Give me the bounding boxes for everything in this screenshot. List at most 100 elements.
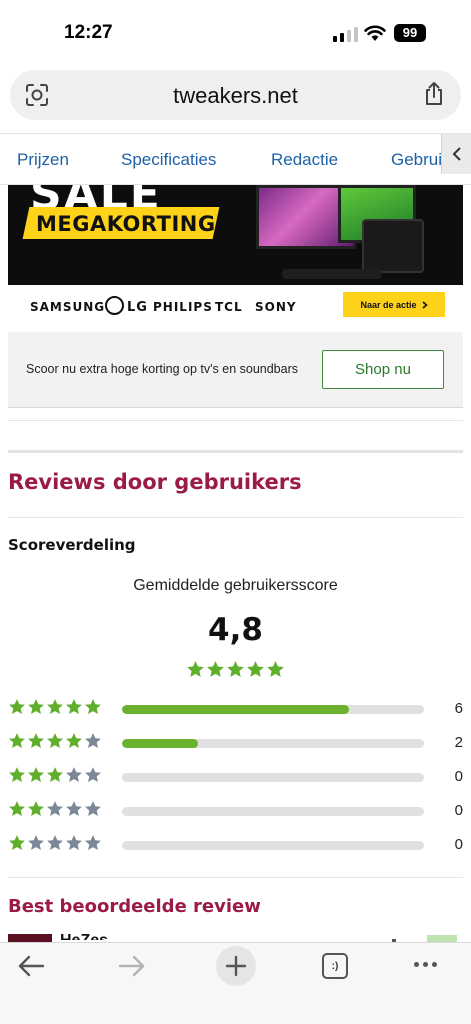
tab-prijzen[interactable]: Prijzen	[17, 150, 69, 170]
divider	[8, 450, 463, 453]
brand-lg: LG	[127, 300, 148, 315]
star-empty-icon	[85, 835, 101, 851]
cellular-signal-icon	[333, 26, 358, 42]
average-star-rating	[186, 660, 285, 679]
star-filled-icon	[207, 661, 224, 677]
average-score-label: Gemiddelde gebruikersscore	[133, 577, 338, 594]
score-distribution-title: Scoreverdeling	[8, 536, 136, 554]
review-author[interactable]: HeZes	[60, 930, 114, 940]
score-bar	[122, 705, 424, 714]
tabs-icon: :)	[331, 960, 339, 972]
star-filled-icon	[247, 661, 264, 677]
divider	[8, 877, 463, 878]
score-count: 0	[454, 768, 463, 785]
status-bar: 12:27 99	[0, 0, 471, 64]
new-tab-button[interactable]	[216, 946, 256, 986]
star-empty-icon	[28, 835, 44, 851]
brand-samsung: SAMSUNG	[30, 300, 106, 314]
star-filled-icon	[47, 767, 63, 783]
score-count: 2	[454, 734, 463, 751]
score-count: 0	[454, 802, 463, 819]
score-row-1[interactable]: 0	[8, 834, 463, 856]
star-empty-icon	[85, 801, 101, 817]
star-filled-icon	[9, 801, 25, 817]
tab-scroll-left-button[interactable]	[441, 134, 471, 174]
score-row-4[interactable]: 2	[8, 732, 463, 754]
speaker-image	[362, 219, 424, 273]
back-button[interactable]	[16, 953, 46, 984]
star-filled-icon	[9, 835, 25, 851]
score-bar-fill	[122, 739, 198, 748]
chevron-left-icon	[452, 147, 461, 161]
forward-button[interactable]	[117, 953, 147, 984]
row-star-rating	[8, 698, 102, 716]
star-filled-icon	[28, 733, 44, 749]
star-filled-icon	[66, 733, 82, 749]
reviews-title: Reviews door gebruikers	[8, 470, 302, 494]
star-empty-icon	[66, 835, 82, 851]
tabs-button[interactable]: :)	[322, 953, 348, 979]
score-bar-fill	[122, 705, 349, 714]
star-empty-icon	[66, 767, 82, 783]
tab-gebruikers[interactable]: Gebrui	[391, 150, 442, 170]
star-empty-icon	[66, 801, 82, 817]
star-filled-icon	[28, 699, 44, 715]
star-empty-icon	[47, 835, 63, 851]
row-star-rating	[8, 766, 102, 784]
star-filled-icon	[47, 699, 63, 715]
browser-toolbar: :)	[0, 942, 471, 1024]
sale-banner[interactable]: SALE MEGAKORTING	[8, 185, 463, 285]
banner-badge: MEGAKORTING	[36, 212, 216, 236]
ellipsis-icon	[414, 962, 419, 967]
arrow-left-icon	[18, 955, 45, 977]
url-text[interactable]: tweakers.net	[10, 83, 461, 109]
divider	[8, 420, 463, 421]
soundbar-image	[282, 269, 382, 279]
star-filled-icon	[28, 767, 44, 783]
score-row-2[interactable]: 0	[8, 800, 463, 822]
star-empty-icon	[85, 733, 101, 749]
star-filled-icon	[227, 661, 244, 677]
address-bar[interactable]: tweakers.net	[10, 70, 461, 120]
star-filled-icon	[85, 699, 101, 715]
avatar[interactable]	[8, 934, 52, 942]
average-score-value: 4,8	[208, 612, 263, 648]
banner-cta-button[interactable]: Naar de actie	[343, 292, 445, 317]
wifi-icon	[364, 25, 386, 41]
brand-sony: SONY	[255, 300, 297, 314]
star-filled-icon	[28, 801, 44, 817]
star-filled-icon	[187, 661, 204, 677]
tab-specificaties[interactable]: Specificaties	[121, 150, 216, 170]
status-time: 12:27	[64, 22, 113, 43]
divider	[8, 517, 463, 518]
score-count: 6	[454, 700, 463, 717]
brand-tcl: TCL	[215, 300, 243, 314]
score-count: 0	[454, 836, 463, 853]
star-filled-icon	[9, 767, 25, 783]
star-filled-icon	[267, 661, 284, 677]
star-filled-icon	[9, 699, 25, 715]
score-bar	[122, 773, 424, 782]
share-icon[interactable]	[423, 81, 445, 107]
best-review-title: Best beoordeelde review	[8, 896, 261, 917]
score-row-3[interactable]: 0	[8, 766, 463, 788]
score-bar	[122, 807, 424, 816]
chevron-right-icon	[421, 300, 428, 309]
banner-cta-label: Naar de actie	[360, 299, 417, 310]
promo-text: Scoor nu extra hoge korting op tv's en s…	[26, 362, 298, 376]
star-empty-icon	[47, 801, 63, 817]
row-star-rating	[8, 800, 102, 818]
brand-philips: PHILIPS	[153, 300, 213, 314]
star-filled-icon	[9, 733, 25, 749]
arrow-right-icon	[118, 955, 145, 977]
promo-box: Scoor nu extra hoge korting op tv's en s…	[8, 332, 463, 408]
shop-now-button[interactable]: Shop nu	[322, 350, 444, 389]
lg-logo-icon	[105, 296, 124, 315]
brand-strip: SAMSUNG LG PHILIPS TCL SONY Naar de acti…	[8, 285, 463, 327]
score-row-5[interactable]: 6	[8, 698, 463, 720]
section-tabs: Prijzen Specificaties Redactie Gebrui	[0, 133, 471, 185]
star-empty-icon	[85, 767, 101, 783]
more-button[interactable]	[414, 962, 437, 967]
star-filled-icon	[66, 699, 82, 715]
tab-redactie[interactable]: Redactie	[271, 150, 338, 170]
